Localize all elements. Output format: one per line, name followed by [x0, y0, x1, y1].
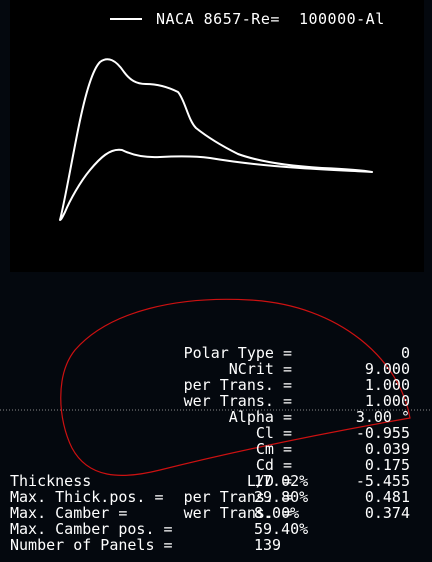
- param-value-upper-trans-result: 0.481: [364, 488, 410, 506]
- polar-curve-svg: [59, 58, 373, 221]
- foil-value-panels: 139: [254, 536, 282, 554]
- param-label-cl: Cl =: [255, 424, 292, 442]
- param-label-lower-trans: wer Trans. =: [183, 392, 292, 410]
- legend: NACA 8657-Re= 100000-Al: [110, 8, 384, 30]
- param-label-cm: Cm =: [255, 440, 292, 458]
- param-value-ld: -5.455: [355, 472, 410, 490]
- param-value-ncrit: 9.000: [364, 360, 410, 378]
- param-label-alpha: Alpha =: [228, 408, 292, 426]
- polar-graph[interactable]: NACA 8657-Re= 100000-Al: [10, 0, 424, 272]
- param-label-cd: Cd =: [255, 456, 292, 474]
- param-value-cm: 0.039: [364, 440, 410, 458]
- param-value-alpha: 3.00 °: [355, 408, 410, 426]
- foil-value-max-camber: 8.00%: [254, 504, 300, 522]
- param-value-upper-trans: 1.000: [364, 376, 410, 394]
- foil-value-max-thick-pos: 29.80%: [254, 488, 309, 506]
- foil-label-max-thick-pos: Max. Thick.pos. =: [10, 488, 164, 506]
- param-value-lower-trans-result: 0.374: [364, 504, 410, 522]
- param-value-polar-type: 0: [400, 344, 410, 362]
- param-label-polar-type: Polar Type =: [183, 344, 292, 362]
- foil-label-thickness: Thickness: [10, 472, 92, 490]
- foil-label-max-camber: Max. Camber =: [10, 504, 128, 522]
- foil-value-max-camber-pos: 59.40%: [254, 520, 309, 538]
- polar-curve: [59, 58, 373, 221]
- param-value-cd: 0.175: [364, 456, 410, 474]
- foil-label-panels: Number of Panels =: [10, 536, 173, 554]
- foil-value-thickness: 17.02%: [254, 472, 309, 490]
- param-label-ncrit: NCrit =: [228, 360, 292, 378]
- param-label-upper-trans: per Trans. =: [183, 376, 292, 394]
- param-value-cl: -0.955: [355, 424, 410, 442]
- param-value-lower-trans: 1.000: [364, 392, 410, 410]
- legend-label: NACA 8657-Re= 100000-Al: [156, 10, 385, 28]
- foil-label-max-camber-pos: Max. Camber pos. =: [10, 520, 173, 538]
- legend-line-swatch: [110, 18, 142, 20]
